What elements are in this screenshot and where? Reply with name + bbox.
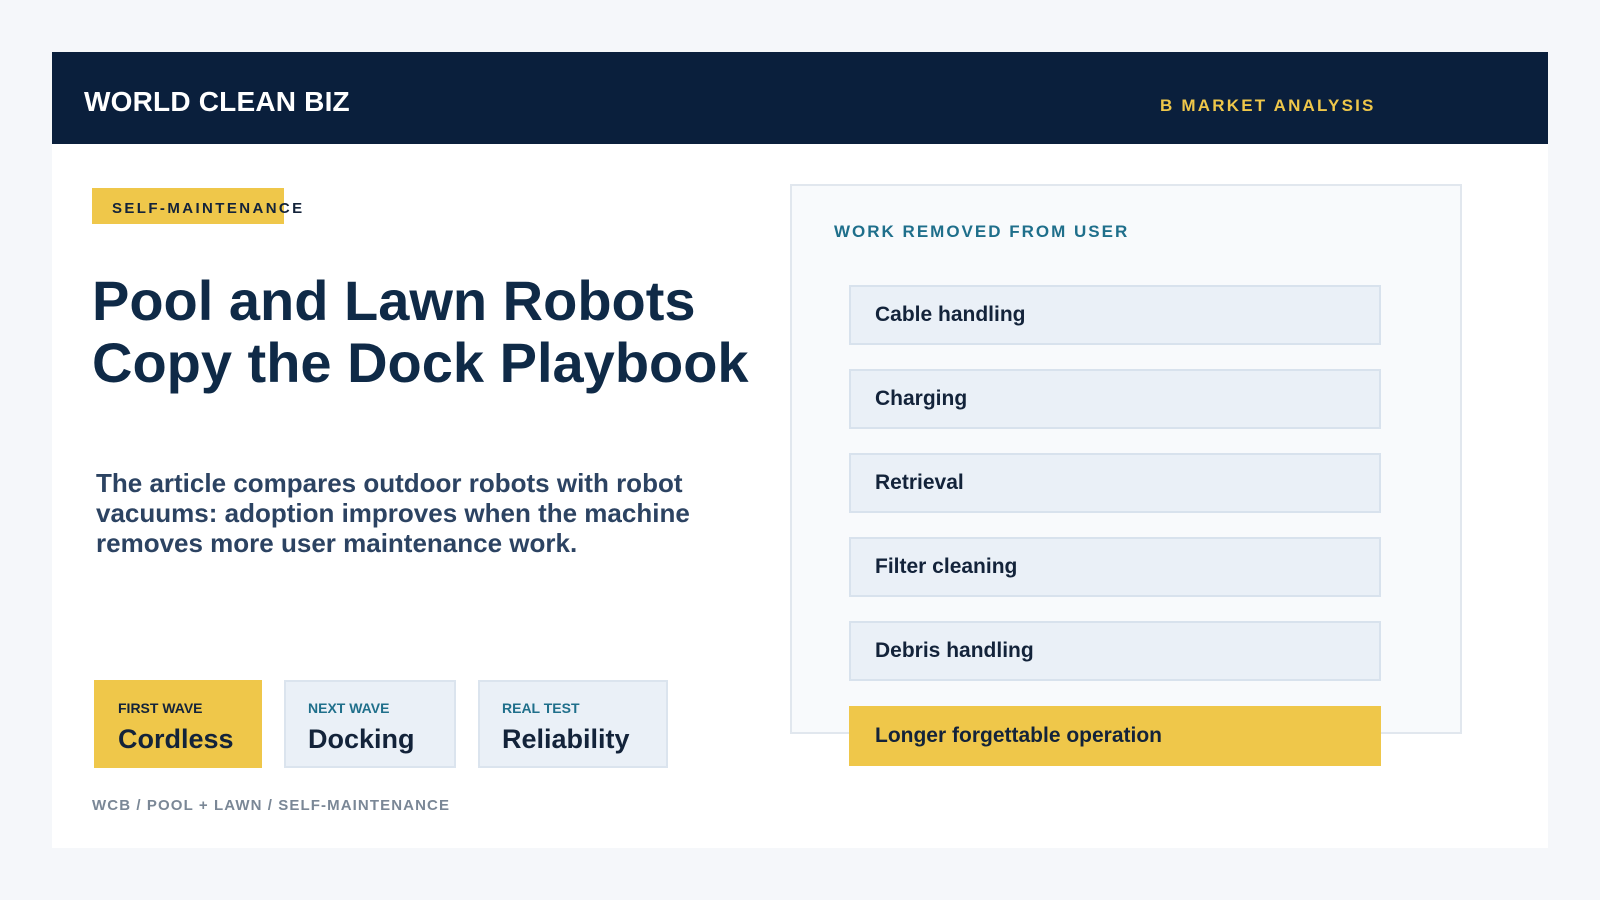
work-item-cable-handling: Cable handling (849, 285, 1381, 345)
wave-card-value: Reliability (502, 724, 630, 754)
wave-card-first: FIRST WAVE Cordless (94, 680, 262, 768)
footer-breadcrumb: WCB / POOL + LAWN / SELF-MAINTENANCE (92, 797, 451, 814)
panel-title: WORK REMOVED FROM USER (834, 222, 1130, 241)
header-bar: WORLD CLEAN BIZ B MARKET ANALYSIS (52, 52, 1548, 144)
brand-name: WORLD CLEAN BIZ (84, 86, 350, 117)
work-item-label: Retrieval (875, 471, 964, 494)
work-item-retrieval: Retrieval (849, 453, 1381, 513)
page-title-line-1: Pool and Lawn Robots (92, 269, 696, 332)
page-title-line-2: Copy the Dock Playbook (92, 331, 749, 394)
wave-card-label: FIRST WAVE (118, 700, 203, 716)
topic-tag-label: SELF-MAINTENANCE (112, 200, 305, 217)
work-item-longer-forgettable-operation: Longer forgettable operation (849, 706, 1381, 766)
summary-text: The article compares outdoor robots with… (96, 468, 690, 558)
work-item-label: Longer forgettable operation (875, 724, 1163, 747)
work-item-label: Filter cleaning (875, 555, 1018, 578)
slide: WORLD CLEAN BIZ B MARKET ANALYSIS SELF-M… (52, 52, 1548, 848)
wave-card-real-test: REAL TEST Reliability (478, 680, 668, 768)
wave-card-value: Docking (308, 724, 415, 754)
wave-card-value: Cordless (118, 724, 234, 754)
page-title: Pool and Lawn Robots Copy the Dock Playb… (92, 270, 792, 394)
work-item-label: Cable handling (875, 303, 1026, 326)
wave-card-label: REAL TEST (502, 700, 580, 716)
work-item-charging: Charging (849, 369, 1381, 429)
work-item-label: Debris handling (875, 639, 1034, 662)
work-item-label: Charging (875, 387, 968, 410)
work-item-filter-cleaning: Filter cleaning (849, 537, 1381, 597)
wave-card-next: NEXT WAVE Docking (284, 680, 456, 768)
work-item-debris-handling: Debris handling (849, 621, 1381, 681)
section-label: B MARKET ANALYSIS (1160, 96, 1376, 115)
wave-card-label: NEXT WAVE (308, 700, 390, 716)
